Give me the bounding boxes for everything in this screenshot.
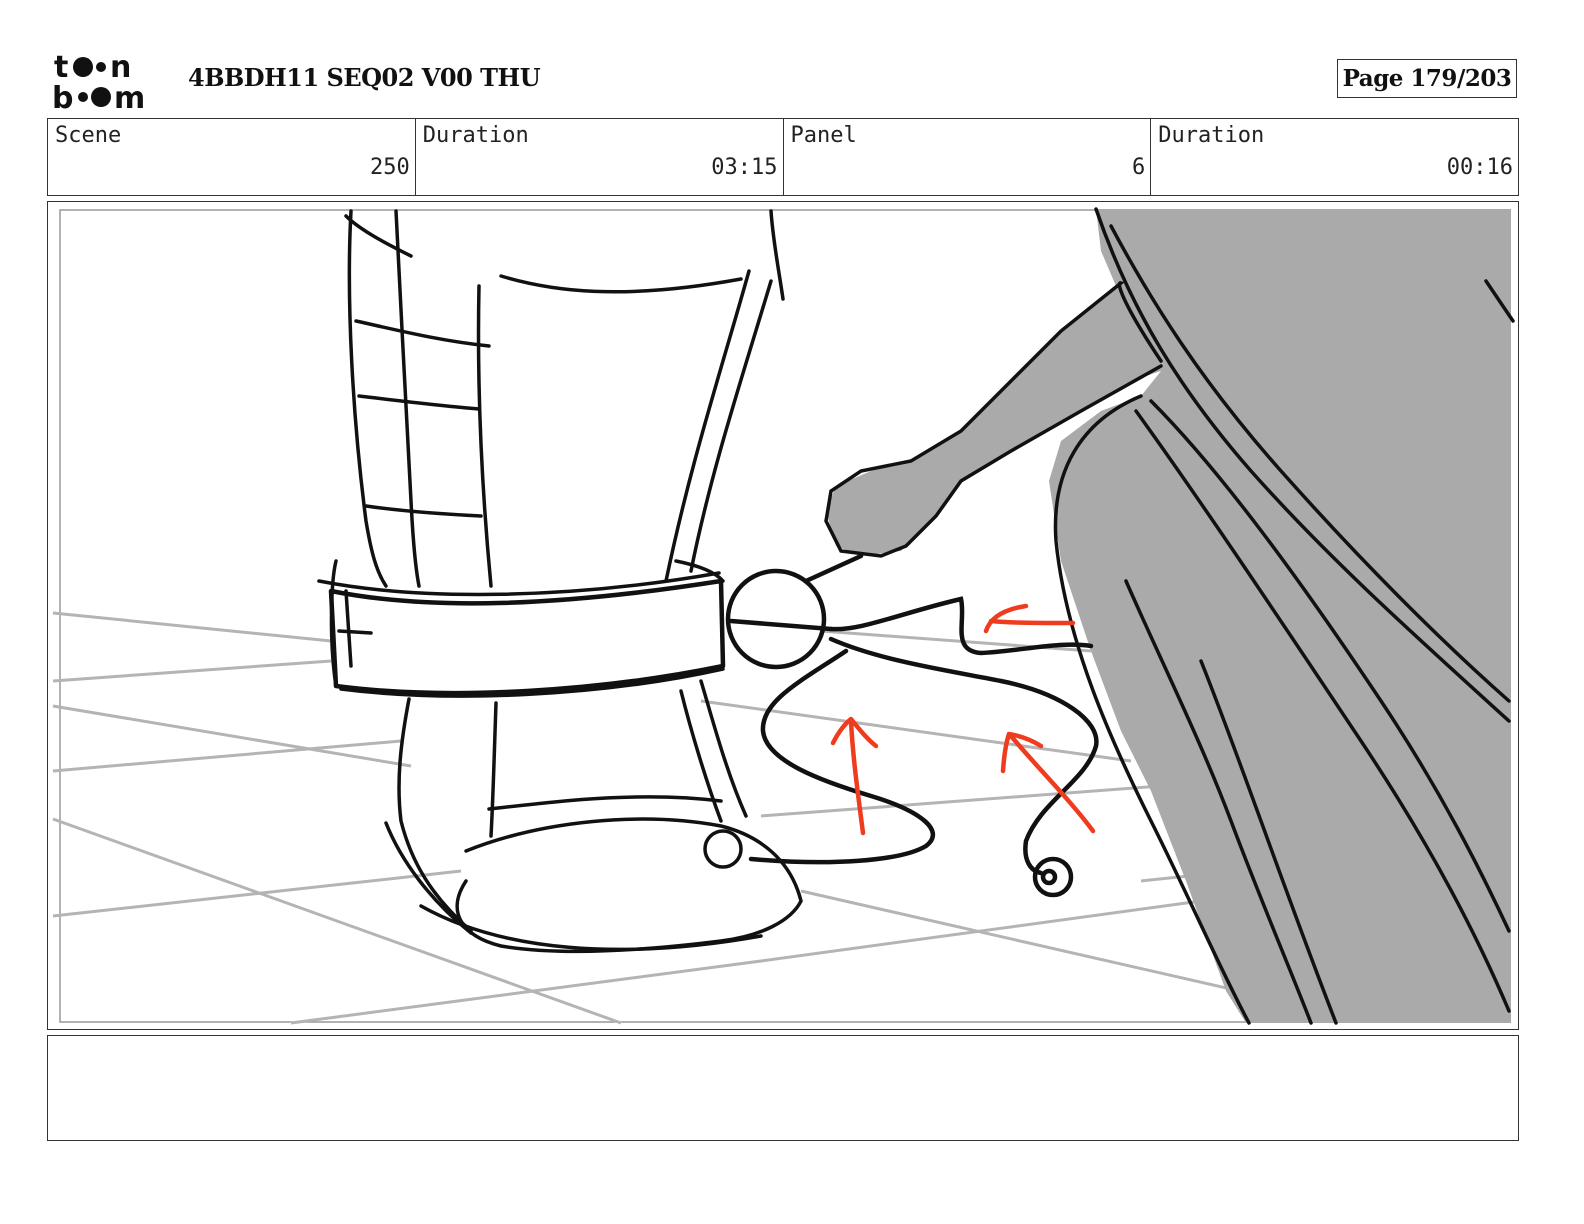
scene-duration-cell: Duration 03:15 [416,119,784,195]
page-indicator: Page 179/203 [1337,59,1517,98]
scene-value: 250 [370,155,410,180]
panel-info-row: Scene 250 Duration 03:15 Panel 6 Duratio… [47,118,1519,196]
svg-text:t: t [54,50,68,85]
panel-duration-cell: Duration 00:16 [1151,119,1518,195]
panel-duration-value: 00:16 [1446,155,1513,180]
foot-sketch [384,679,803,954]
character-silhouette [826,209,1511,1023]
scene-duration-label: Duration [422,123,529,148]
storyboard-panel [47,201,1519,1030]
panel-label: Panel [790,123,857,148]
svg-text:n: n [110,50,131,85]
leg-sketch [344,209,785,588]
svg-text:m: m [114,81,145,112]
storyboard-sketch [52,207,1515,1025]
panel-value: 6 [1132,155,1146,180]
ankle-cuff [328,578,726,696]
scene-cell: Scene 250 [48,119,416,195]
scene-label: Scene [55,123,122,148]
panel-cell: Panel 6 [784,119,1152,195]
panel-duration-label: Duration [1158,123,1265,148]
cord-and-clasp [725,553,1099,898]
svg-text:b: b [52,81,73,112]
scene-duration-value: 03:15 [711,155,778,180]
panel-notes-box [47,1035,1519,1141]
document-title: 4BBDH11 SEQ02 V00 THU [188,63,541,92]
toonboom-logo: t n b m [50,50,166,116]
